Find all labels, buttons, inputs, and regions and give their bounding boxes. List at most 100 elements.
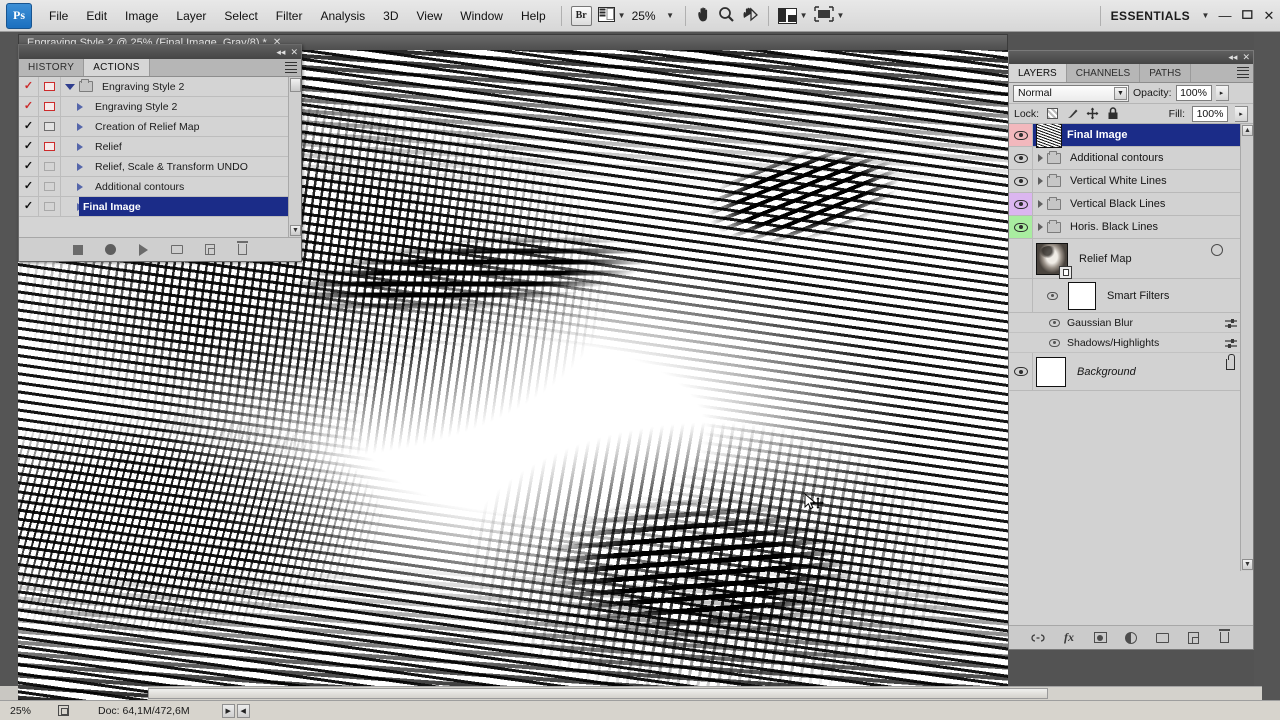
fill-slider-toggle[interactable]: ▸ bbox=[1235, 105, 1248, 122]
stop-button[interactable] bbox=[71, 243, 84, 256]
maximize-button[interactable] bbox=[1236, 6, 1258, 26]
collapse-icon[interactable]: ◂◂ bbox=[276, 47, 285, 57]
action-dialog-toggle[interactable] bbox=[39, 77, 61, 96]
layer-row-background[interactable]: Background bbox=[1009, 353, 1253, 391]
horizontal-scrollbar[interactable] bbox=[148, 686, 1262, 700]
expand-twisty-down[interactable] bbox=[61, 83, 79, 90]
opacity-slider-toggle[interactable]: ▸ bbox=[1215, 85, 1229, 101]
action-toggle-checkbox[interactable]: ✓ bbox=[19, 177, 39, 196]
expand-twisty[interactable] bbox=[61, 122, 83, 131]
layer-mask-button[interactable] bbox=[1093, 631, 1107, 645]
layer-visibility-toggle[interactable] bbox=[1009, 170, 1033, 192]
lock-position-icon[interactable] bbox=[1086, 107, 1099, 120]
new-layer-button[interactable] bbox=[1186, 631, 1200, 645]
menu-window[interactable]: Window bbox=[451, 4, 512, 28]
view-extras-button[interactable]: ▼ bbox=[595, 6, 629, 26]
collapse-icon[interactable]: ◂◂ bbox=[1228, 53, 1237, 62]
actions-panel-titlebar[interactable]: ◂◂ ✕ bbox=[19, 45, 301, 59]
expand-twisty[interactable] bbox=[61, 142, 83, 151]
close-icon[interactable]: ✕ bbox=[1242, 53, 1250, 62]
tab-layers[interactable]: LAYERS bbox=[1009, 64, 1067, 82]
layer-visibility-toggle[interactable] bbox=[1009, 239, 1033, 278]
action-row-set[interactable]: ✓ Engraving Style 2 bbox=[19, 77, 301, 97]
actions-scrollbar[interactable]: ▼ bbox=[288, 77, 301, 237]
status-zoom-value[interactable]: 25% bbox=[0, 705, 52, 717]
scroll-up-icon[interactable]: ▲ bbox=[1242, 125, 1253, 136]
tab-channels[interactable]: CHANNELS bbox=[1067, 64, 1141, 82]
minimize-button[interactable]: — bbox=[1214, 6, 1236, 26]
lock-all-icon[interactable] bbox=[1106, 107, 1119, 120]
action-dialog-toggle[interactable] bbox=[39, 157, 61, 176]
filter-blending-options-icon[interactable] bbox=[1225, 338, 1237, 349]
zoom-level-display[interactable]: 25% bbox=[629, 6, 659, 26]
status-bar-arrows[interactable]: ▶ ◀ bbox=[221, 703, 250, 718]
action-toggle-checkbox[interactable]: ✓ bbox=[19, 77, 39, 96]
menu-layer[interactable]: Layer bbox=[167, 4, 215, 28]
menu-file[interactable]: File bbox=[40, 4, 77, 28]
action-row[interactable]: ✓ Relief bbox=[19, 137, 301, 157]
rotate-view-tool-button[interactable] bbox=[738, 6, 762, 26]
close-icon[interactable]: ✕ bbox=[290, 47, 298, 57]
menu-analysis[interactable]: Analysis bbox=[311, 4, 374, 28]
smart-filter-mask-icon[interactable] bbox=[1211, 244, 1223, 256]
horizontal-scrollbar-thumb[interactable] bbox=[148, 688, 1048, 699]
expand-twisty[interactable] bbox=[61, 202, 83, 211]
eye-icon[interactable] bbox=[1047, 291, 1058, 300]
layer-style-button[interactable]: fx bbox=[1062, 630, 1076, 645]
layer-row-horis-black-lines[interactable]: Horis. Black Lines bbox=[1009, 216, 1253, 239]
action-toggle-checkbox[interactable]: ✓ bbox=[19, 197, 39, 216]
layers-scrollbar[interactable]: ▲ ▼ bbox=[1240, 124, 1253, 571]
close-button[interactable]: ✕ bbox=[1258, 6, 1280, 26]
expand-twisty[interactable] bbox=[61, 102, 83, 111]
menu-filter[interactable]: Filter bbox=[267, 4, 312, 28]
layer-row-vertical-white-lines[interactable]: Vertical White Lines bbox=[1009, 170, 1253, 193]
screen-mode-button[interactable]: ▼ bbox=[811, 6, 848, 26]
action-toggle-checkbox[interactable]: ✓ bbox=[19, 97, 39, 116]
adjustment-layer-button[interactable] bbox=[1124, 631, 1138, 645]
fill-input[interactable]: 100% bbox=[1192, 105, 1228, 122]
action-toggle-checkbox[interactable]: ✓ bbox=[19, 157, 39, 176]
action-row[interactable]: ✓ Creation of Relief Map bbox=[19, 117, 301, 137]
chevron-down-icon[interactable]: ▼ bbox=[1114, 86, 1127, 100]
menu-image[interactable]: Image bbox=[116, 4, 167, 28]
layer-visibility-toggle[interactable] bbox=[1009, 124, 1033, 146]
new-set-button[interactable] bbox=[170, 243, 183, 256]
action-dialog-toggle[interactable] bbox=[39, 117, 61, 136]
action-row-selected[interactable]: ✓ Final Image bbox=[19, 197, 301, 217]
workspace-dropdown-button[interactable]: ▼ bbox=[1194, 6, 1214, 26]
new-group-button[interactable] bbox=[1155, 631, 1169, 645]
hand-tool-button[interactable] bbox=[692, 6, 715, 26]
panel-menu-icon[interactable] bbox=[1237, 67, 1249, 78]
menu-3d[interactable]: 3D bbox=[374, 4, 407, 28]
menu-select[interactable]: Select bbox=[215, 4, 266, 28]
layer-visibility-toggle[interactable] bbox=[1009, 147, 1033, 169]
group-expand-twisty[interactable] bbox=[1033, 177, 1047, 185]
layer-row-relief-map[interactable]: Relief Map bbox=[1009, 239, 1253, 279]
tab-paths[interactable]: PATHS bbox=[1140, 64, 1192, 82]
smart-filter-gaussian-blur[interactable]: Gaussian Blur bbox=[1009, 313, 1253, 333]
delete-button[interactable] bbox=[236, 241, 249, 256]
filter-blending-options-icon[interactable] bbox=[1225, 318, 1237, 329]
action-dialog-toggle[interactable] bbox=[39, 137, 61, 156]
layer-visibility-toggle[interactable] bbox=[1009, 216, 1033, 238]
lock-image-pixels-icon[interactable] bbox=[1066, 107, 1079, 120]
smart-filters-visibility-toggle[interactable] bbox=[1009, 279, 1033, 312]
launch-bridge-button[interactable]: Br bbox=[568, 5, 595, 26]
eye-icon[interactable] bbox=[1049, 338, 1060, 347]
layer-row-final-image[interactable]: Final Image bbox=[1009, 124, 1253, 148]
panel-menu-icon[interactable] bbox=[285, 62, 297, 73]
document-info-icon[interactable] bbox=[52, 705, 74, 716]
status-expand-icon[interactable]: ▶ bbox=[221, 703, 235, 718]
new-action-button[interactable] bbox=[203, 243, 216, 256]
smart-filter-mask-thumbnail[interactable] bbox=[1068, 281, 1096, 310]
menu-help[interactable]: Help bbox=[512, 4, 555, 28]
action-dialog-toggle[interactable] bbox=[39, 177, 61, 196]
scroll-down-icon[interactable]: ▼ bbox=[290, 225, 301, 236]
play-button[interactable] bbox=[137, 243, 150, 256]
layers-panel-titlebar[interactable]: ◂◂ ✕ bbox=[1009, 51, 1253, 64]
layer-row-vertical-black-lines[interactable]: Vertical Black Lines bbox=[1009, 193, 1253, 216]
layer-visibility-toggle[interactable] bbox=[1009, 353, 1033, 390]
record-button[interactable] bbox=[104, 243, 117, 256]
smart-filters-row[interactable]: Smart Filters bbox=[1009, 279, 1253, 313]
arrange-documents-button[interactable]: ▼ bbox=[775, 6, 811, 26]
